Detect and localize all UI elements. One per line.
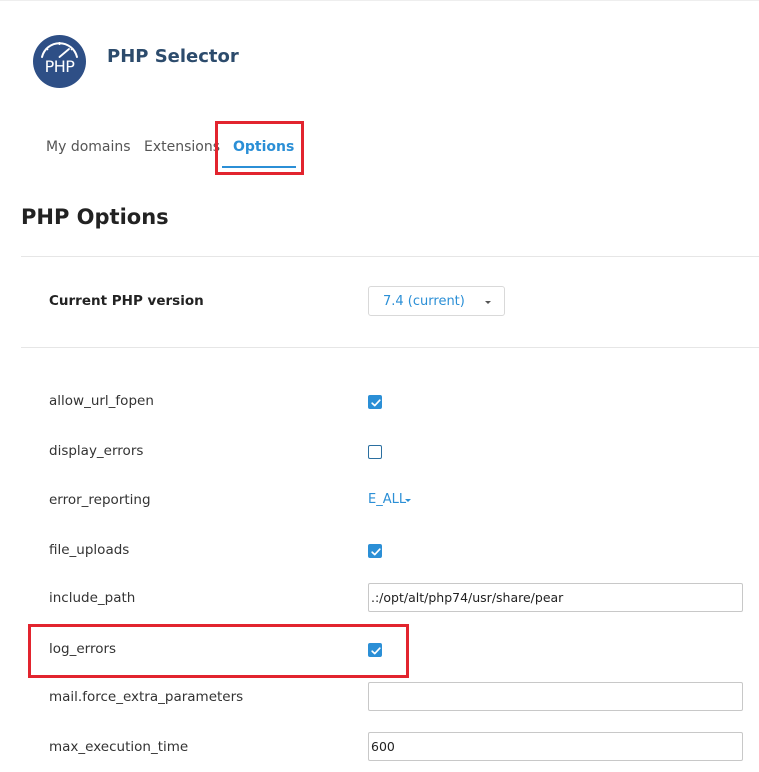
section-divider-top: [21, 256, 759, 257]
error-reporting-value: E_ALL: [368, 492, 407, 507]
tab-extensions[interactable]: Extensions: [144, 139, 220, 155]
file-uploads-checkbox[interactable]: [368, 544, 382, 558]
app-title: PHP Selector: [107, 46, 239, 67]
option-label-allow-url-fopen: allow_url_fopen: [49, 393, 154, 409]
highlight-box-log-errors: [28, 624, 409, 678]
mail-force-extra-parameters-input[interactable]: [368, 682, 743, 711]
checkmark-icon: [371, 399, 381, 407]
include-path-input[interactable]: [368, 583, 743, 612]
section-divider-bottom: [21, 347, 759, 348]
checkmark-icon: [371, 548, 381, 556]
option-label-max-execution-time: max_execution_time: [49, 739, 189, 755]
option-label-include-path: include_path: [49, 590, 136, 606]
allow-url-fopen-checkbox[interactable]: [368, 395, 382, 409]
php-version-select[interactable]: 7.4 (current): [368, 286, 505, 316]
max-execution-time-input[interactable]: [368, 732, 743, 761]
option-label-error-reporting: error_reporting: [49, 492, 151, 508]
option-label-file-uploads: file_uploads: [49, 542, 130, 558]
display-errors-checkbox[interactable]: [368, 445, 382, 459]
caret-down-icon: [405, 499, 411, 502]
top-divider: [0, 0, 759, 1]
php-version-value: 7.4 (current): [383, 294, 465, 309]
error-reporting-dropdown[interactable]: E_ALL: [368, 492, 411, 507]
php-selector-page: PHP PHP Selector My domains Extensions O…: [0, 0, 759, 772]
php-logo-text: PHP: [45, 57, 76, 76]
chevron-down-icon: [485, 301, 491, 304]
option-label-display-errors: display_errors: [49, 443, 144, 459]
php-logo-icon: PHP: [33, 35, 86, 88]
current-php-version-label: Current PHP version: [49, 293, 204, 309]
option-label-mail-force-extra-parameters: mail.force_extra_parameters: [49, 689, 244, 705]
tab-my-domains[interactable]: My domains: [46, 139, 131, 155]
section-title: PHP Options: [21, 205, 169, 229]
highlight-box-options-tab: [215, 121, 304, 175]
